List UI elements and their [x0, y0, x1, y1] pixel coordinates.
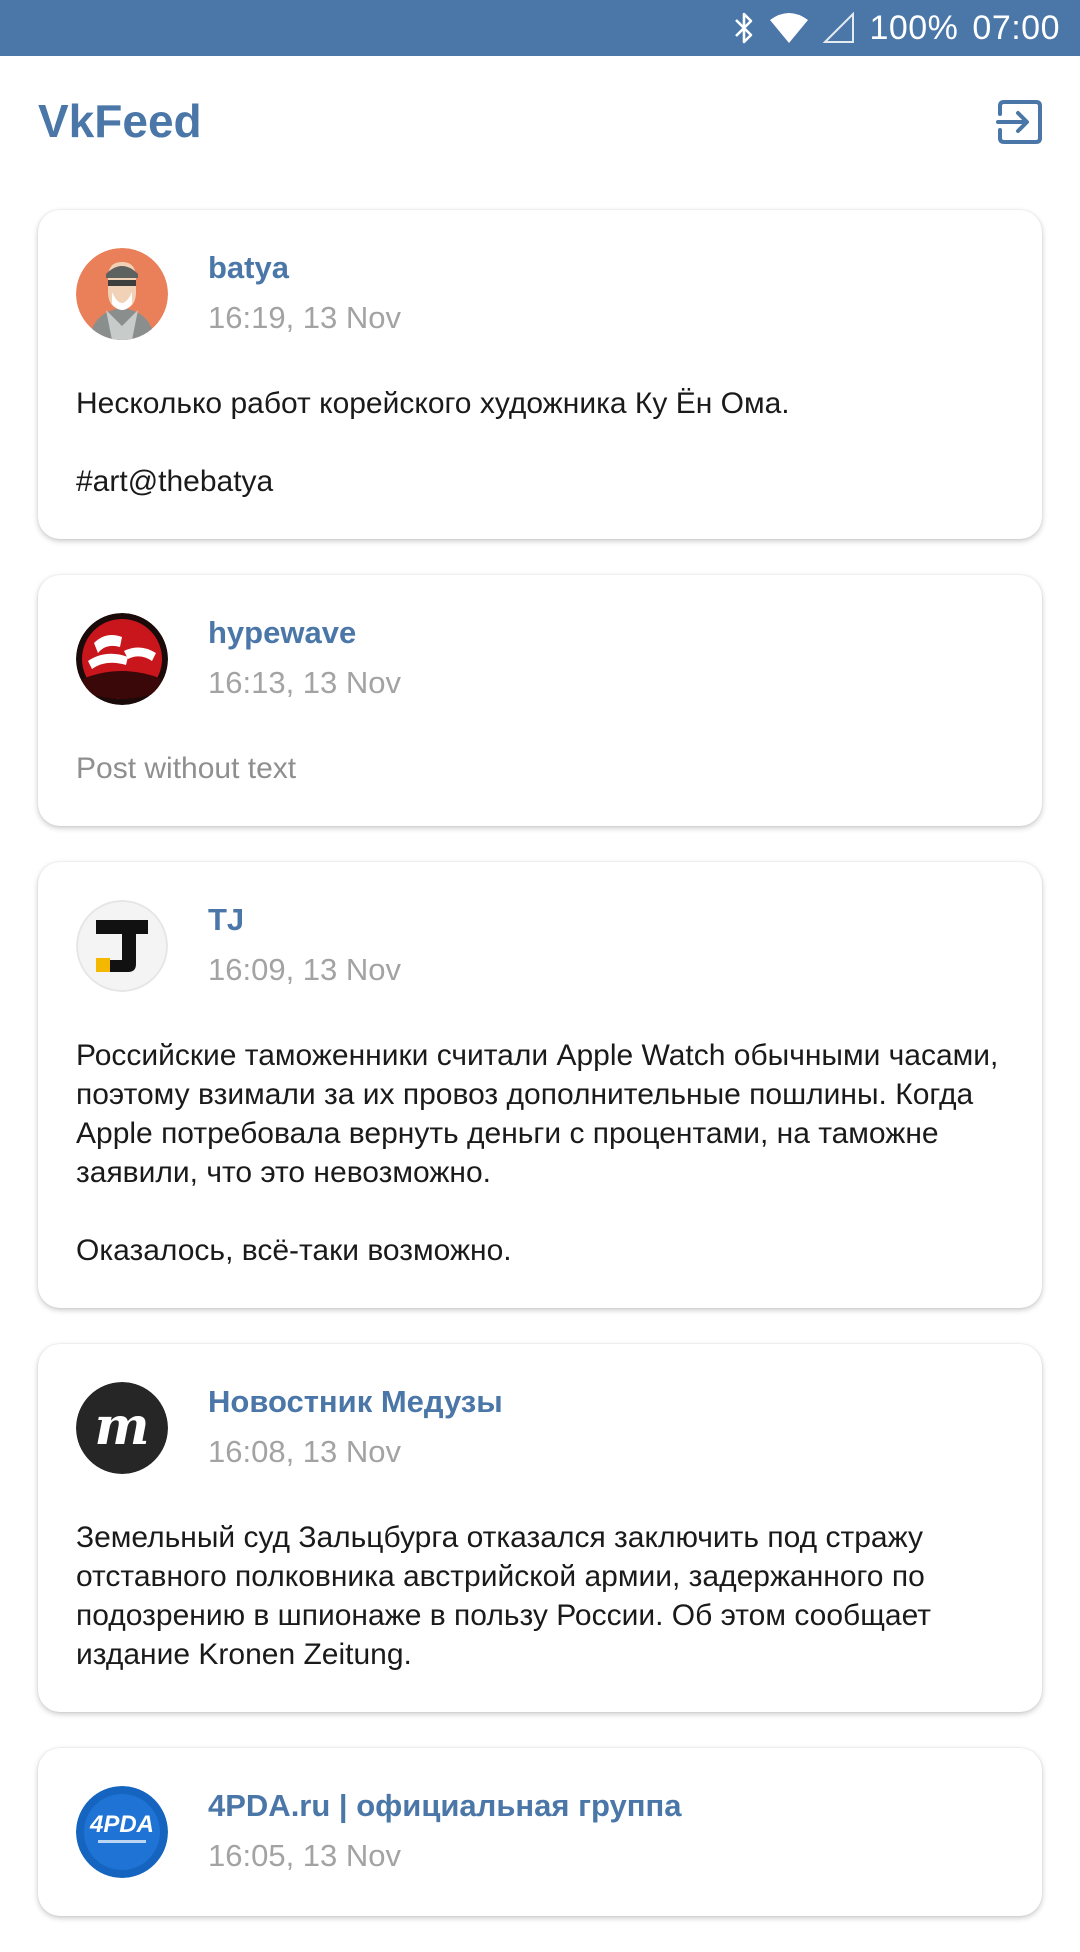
post-author[interactable]: batya: [208, 250, 289, 286]
status-bar: 100% 07:00: [0, 0, 1080, 56]
post-author[interactable]: 4PDA.ru | официальная группа: [208, 1788, 681, 1824]
battery-level: 100%: [869, 8, 959, 47]
avatar[interactable]: [76, 248, 168, 340]
avatar[interactable]: [76, 613, 168, 705]
status-icons: 100% 07:00: [733, 0, 1060, 56]
post-time: 16:19, 13 Nov: [208, 300, 402, 335]
app-title: VkFeed: [38, 95, 202, 147]
post-author[interactable]: hypewave: [208, 615, 356, 651]
post-author[interactable]: Новостник Медузы: [208, 1384, 503, 1420]
post-time: 16:08, 13 Nov: [208, 1434, 402, 1469]
post-card[interactable]: TJ 16:09, 13 Nov Российские таможенники …: [38, 862, 1042, 1308]
bluetooth-icon: [733, 11, 755, 45]
post-text: Земельный суд Зальцбурга отказался заклю…: [76, 1521, 931, 1671]
app-bar: VkFeed: [0, 56, 1080, 196]
meduza-avatar-icon: m: [76, 1382, 168, 1474]
post-card[interactable]: 4PDA 4PDA.ru | официальная группа 16:05,…: [38, 1748, 1042, 1916]
post-text: Российские таможенники считали Apple Wat…: [76, 1039, 999, 1267]
post-card[interactable]: batya 16:19, 13 Nov Несколько работ коре…: [38, 210, 1042, 539]
news-feed: batya 16:19, 13 Nov Несколько работ коре…: [38, 210, 1042, 1952]
post-time: 16:13, 13 Nov: [208, 665, 402, 700]
logout-icon: [996, 98, 1044, 151]
avatar[interactable]: m: [76, 1382, 168, 1474]
svg-text:4PDA: 4PDA: [89, 1811, 154, 1838]
batya-avatar-icon: [76, 248, 168, 340]
post-header: m Новостник Медузы 16:08, 13 Nov: [76, 1382, 1004, 1474]
svg-text:m: m: [94, 1396, 149, 1457]
post-header: 4PDA 4PDA.ru | официальная группа 16:05,…: [76, 1786, 1004, 1878]
tj-avatar-icon: [76, 900, 168, 992]
avatar[interactable]: 4PDA: [76, 1786, 168, 1878]
post-card[interactable]: m Новостник Медузы 16:08, 13 Nov Земельн…: [38, 1344, 1042, 1712]
post-header: hypewave 16:13, 13 Nov: [76, 613, 1004, 705]
avatar[interactable]: [76, 900, 168, 992]
post-time: 16:05, 13 Nov: [208, 1838, 402, 1873]
4pda-avatar-icon: 4PDA: [76, 1786, 168, 1878]
cell-signal-icon: [823, 12, 855, 44]
logout-button[interactable]: [990, 94, 1050, 154]
hypewave-avatar-icon: [76, 613, 168, 705]
post-card[interactable]: hypewave 16:13, 13 Nov Post without text: [38, 575, 1042, 826]
wifi-icon: [769, 12, 809, 44]
post-empty-placeholder: Post without text: [76, 752, 297, 785]
post-author[interactable]: TJ: [208, 902, 244, 938]
post-header: TJ 16:09, 13 Nov: [76, 900, 1004, 992]
post-header: batya 16:19, 13 Nov: [76, 248, 1004, 340]
post-text: Несколько работ корейского художника Ку …: [76, 387, 790, 498]
post-time: 16:09, 13 Nov: [208, 952, 402, 987]
clock: 07:00: [972, 8, 1060, 47]
